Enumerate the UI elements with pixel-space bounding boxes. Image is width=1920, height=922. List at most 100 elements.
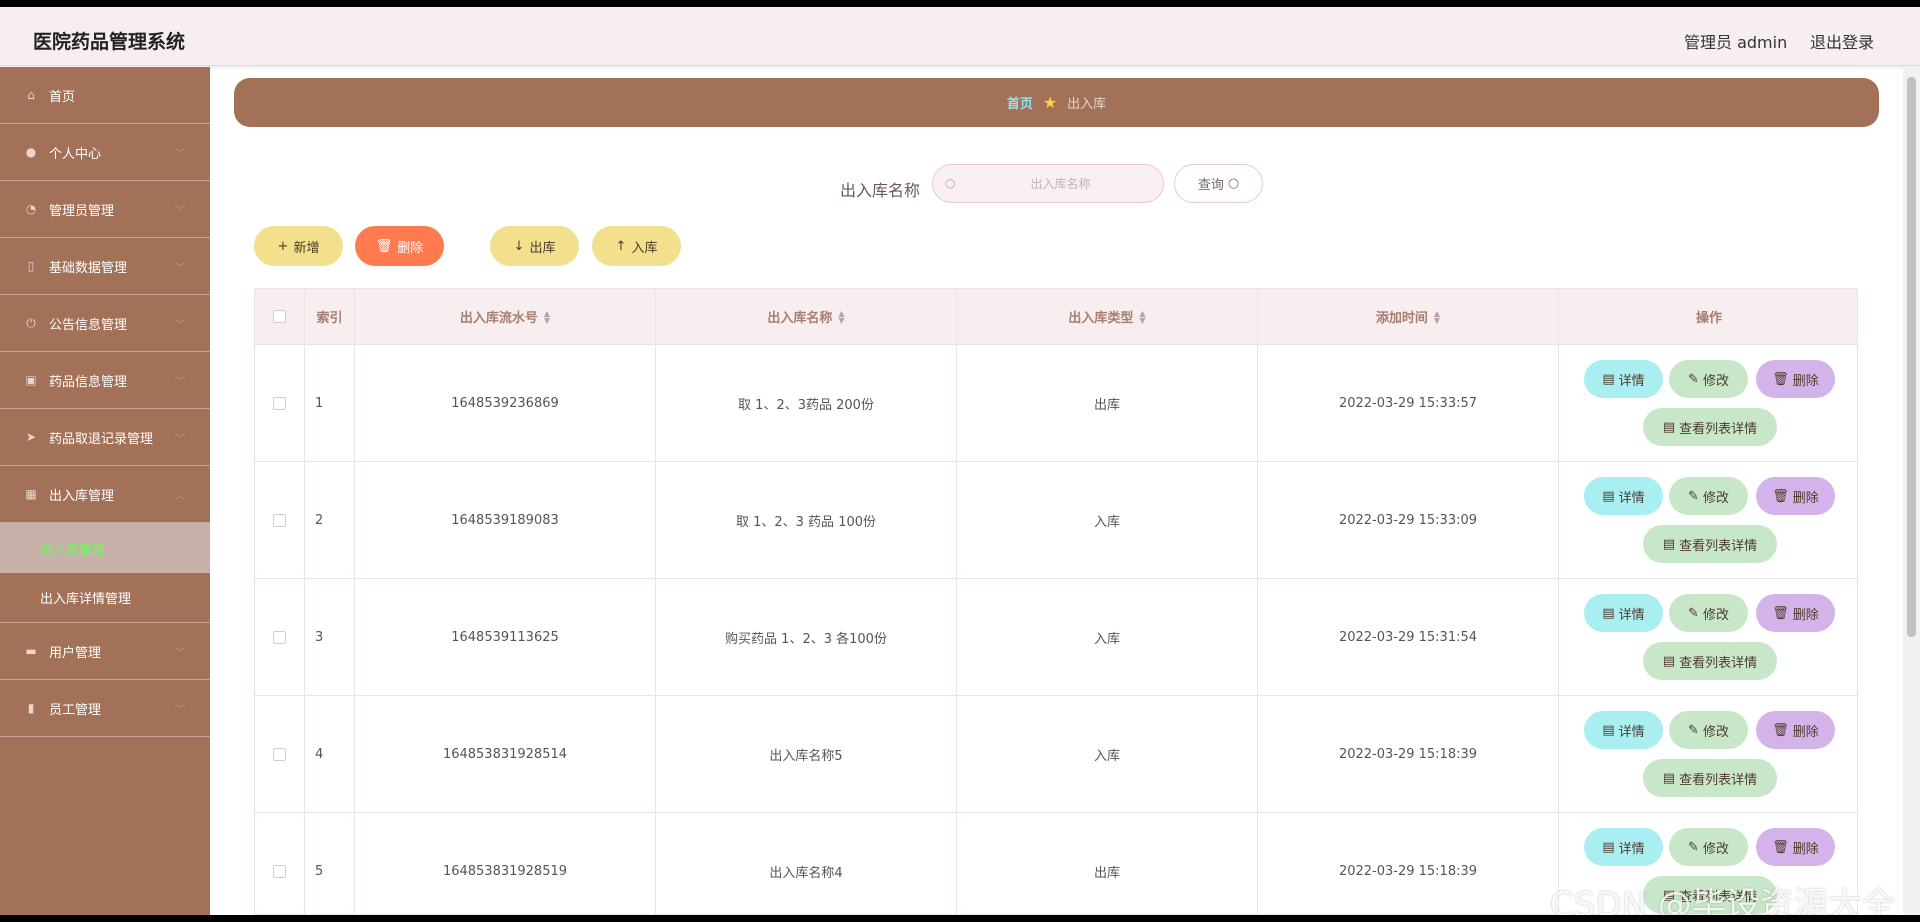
delete-button-label: 删除 bbox=[1792, 607, 1819, 623]
search-label: 出入库名称 bbox=[840, 181, 921, 200]
sidebar-subitem-label: 出入库详情管理 bbox=[40, 592, 132, 607]
sidebar-item-label: 首页 bbox=[49, 89, 76, 105]
trash-icon: 🗑 bbox=[375, 238, 393, 254]
row-select-cell bbox=[255, 345, 305, 461]
type-cell: 入库 bbox=[957, 462, 1258, 578]
sidebar-item-user-management[interactable]: ▬ 用户管理 ﹀ bbox=[0, 623, 210, 680]
header-ops-label: 操作 bbox=[1695, 311, 1722, 326]
detail-button[interactable]: ▤ 详情 bbox=[1584, 477, 1663, 515]
detail-button[interactable]: ▤ 详情 bbox=[1584, 711, 1663, 749]
delete-button[interactable]: 🗑 删除 bbox=[1756, 828, 1835, 866]
name-cell: 取 1、2、3药品 200份 bbox=[656, 345, 957, 461]
type-cell: 入库 bbox=[957, 696, 1258, 812]
time-cell: 2022-03-29 15:31:54 bbox=[1258, 579, 1559, 695]
delete-button[interactable]: 🗑 删除 bbox=[1756, 711, 1835, 749]
delete-button[interactable]: 🗑 删除 bbox=[1756, 477, 1835, 515]
chevron-up-icon: ︿ bbox=[175, 490, 185, 502]
list-detail-button[interactable]: ▤ 查看列表详情 bbox=[1643, 759, 1777, 797]
stock-table: 索引 出入库流水号 ▲ ▼ 出入库名称 ▲ ▼ 出入库类型 ▲ ▼ 添加时间 ▲ ▼ 操… bbox=[254, 288, 1858, 915]
query-button[interactable]: 查询 ○ bbox=[1174, 164, 1263, 203]
app-title: 医院药品管理系统 bbox=[33, 31, 186, 53]
stock-out-button[interactable]: ↓ 出库 bbox=[490, 226, 579, 266]
edit-button[interactable]: ✎ 修改 bbox=[1669, 594, 1748, 632]
header-serial[interactable]: 出入库流水号 ▲ ▼ bbox=[355, 289, 656, 344]
row-checkbox[interactable] bbox=[273, 747, 286, 761]
batch-delete-label: 删除 bbox=[397, 240, 424, 256]
row-checkbox[interactable] bbox=[273, 513, 286, 527]
header-serial-label: 出入库流水号 bbox=[459, 311, 538, 326]
list-detail-button-label: 查看列表详情 bbox=[1679, 538, 1758, 554]
sidebar-item-announcement[interactable]: ⏻ 公告信息管理 ﹀ bbox=[0, 295, 210, 352]
edit-button-label: 修改 bbox=[1702, 607, 1729, 623]
row-select-cell bbox=[255, 579, 305, 695]
sort-icon[interactable]: ▲ ▼ bbox=[838, 309, 844, 324]
sidebar-item-label: 用户管理 bbox=[49, 645, 102, 661]
row-select-cell bbox=[255, 462, 305, 578]
sidebar-item-drug-records[interactable]: ➤ 药品取退记录管理 ﹀ bbox=[0, 409, 210, 466]
index-cell: 5 bbox=[305, 813, 355, 914]
edit-button[interactable]: ✎ 修改 bbox=[1669, 360, 1748, 398]
pencil-icon: ✎ bbox=[1688, 839, 1699, 855]
header-type[interactable]: 出入库类型 ▲ ▼ bbox=[957, 289, 1258, 344]
chevron-down-icon: ﹀ bbox=[175, 704, 185, 716]
scrollbar-thumb[interactable] bbox=[1907, 77, 1916, 637]
name-cell: 取 1、2、3 药品 100份 bbox=[656, 462, 957, 578]
row-checkbox[interactable] bbox=[273, 630, 286, 644]
page-scrollbar[interactable] bbox=[1903, 67, 1920, 915]
sort-icon[interactable]: ▲ ▼ bbox=[1434, 309, 1440, 324]
edit-button[interactable]: ✎ 修改 bbox=[1669, 711, 1748, 749]
edit-button-label: 修改 bbox=[1702, 373, 1729, 389]
sidebar-subitem-stock-detail[interactable]: 出入库详情管理 bbox=[0, 573, 210, 623]
chevron-down-icon: ﹀ bbox=[175, 205, 185, 217]
chevron-down-icon: ﹀ bbox=[175, 376, 185, 388]
sort-icon[interactable]: ▲ ▼ bbox=[544, 309, 550, 324]
sidebar-item-stock-management[interactable]: ▦ 出入库管理 ︿ bbox=[0, 466, 210, 523]
document-icon: ▤ bbox=[1602, 839, 1615, 855]
sidebar-item-drug-info[interactable]: ▣ 药品信息管理 ﹀ bbox=[0, 352, 210, 409]
header-ops: 操作 bbox=[1559, 289, 1857, 344]
edit-button[interactable]: ✎ 修改 bbox=[1669, 477, 1748, 515]
trash-icon: 🗑 bbox=[1772, 488, 1789, 504]
chevron-down-icon: ﹀ bbox=[175, 647, 185, 659]
sort-icon[interactable]: ▲ ▼ bbox=[1139, 309, 1145, 324]
document-icon: ▤ bbox=[1662, 536, 1676, 552]
select-all-checkbox[interactable] bbox=[273, 310, 286, 323]
edit-button[interactable]: ✎ 修改 bbox=[1669, 828, 1748, 866]
list-detail-button[interactable]: ▤ 查看列表详情 bbox=[1643, 642, 1777, 680]
serial-cell: 1648539189083 bbox=[355, 462, 656, 578]
list-detail-button[interactable]: ▤ 查看列表详情 bbox=[1643, 408, 1777, 446]
sidebar-item-personal-center[interactable]: ● 个人中心 ﹀ bbox=[0, 124, 210, 181]
sidebar-item-home[interactable]: ⌂ 首页 bbox=[0, 67, 210, 124]
breadcrumb-home[interactable]: 首页 bbox=[1007, 93, 1033, 112]
home-icon: ⌂ bbox=[27, 88, 35, 102]
search-input[interactable] bbox=[963, 165, 1158, 202]
detail-button[interactable]: ▤ 详情 bbox=[1584, 828, 1663, 866]
row-checkbox[interactable] bbox=[273, 396, 286, 410]
delete-button[interactable]: 🗑 删除 bbox=[1756, 594, 1835, 632]
type-cell: 入库 bbox=[957, 579, 1258, 695]
sidebar-item-label: 药品信息管理 bbox=[49, 374, 128, 390]
add-button[interactable]: + 新增 bbox=[254, 226, 343, 266]
sidebar-item-admin-management[interactable]: ◔ 管理员管理 ﹀ bbox=[0, 181, 210, 238]
header-name[interactable]: 出入库名称 ▲ ▼ bbox=[656, 289, 957, 344]
sidebar-subitem-stock[interactable]: 出入库管理 bbox=[0, 523, 210, 573]
search-icon: ○ bbox=[945, 176, 956, 190]
bar-chart-icon: ▮ bbox=[27, 701, 35, 715]
sidebar-item-staff-management[interactable]: ▮ 员工管理 ﹀ bbox=[0, 680, 210, 737]
delete-button[interactable]: 🗑 删除 bbox=[1756, 360, 1835, 398]
logout-link[interactable]: 退出登录 bbox=[1810, 29, 1874, 53]
serial-cell: 164853831928519 bbox=[355, 813, 656, 914]
detail-button[interactable]: ▤ 详情 bbox=[1584, 360, 1663, 398]
row-select-cell bbox=[255, 813, 305, 914]
list-detail-button[interactable]: ▤ 查看列表详情 bbox=[1643, 525, 1777, 563]
table-row: 3 1648539113625 购买药品 1、2、3 各100份 入库 2022… bbox=[255, 578, 1857, 695]
header-time[interactable]: 添加时间 ▲ ▼ bbox=[1258, 289, 1559, 344]
batch-delete-button[interactable]: 🗑 删除 bbox=[355, 226, 444, 266]
detail-button-label: 详情 bbox=[1618, 490, 1645, 506]
sidebar-item-basic-data[interactable]: ▯ 基础数据管理 ﹀ bbox=[0, 238, 210, 295]
breadcrumb: 首页 ★ 出入库 bbox=[234, 78, 1879, 127]
trash-icon: 🗑 bbox=[1772, 371, 1789, 387]
stock-in-button[interactable]: ↑ 入库 bbox=[592, 226, 681, 266]
detail-button[interactable]: ▤ 详情 bbox=[1584, 594, 1663, 632]
row-checkbox[interactable] bbox=[273, 864, 286, 878]
